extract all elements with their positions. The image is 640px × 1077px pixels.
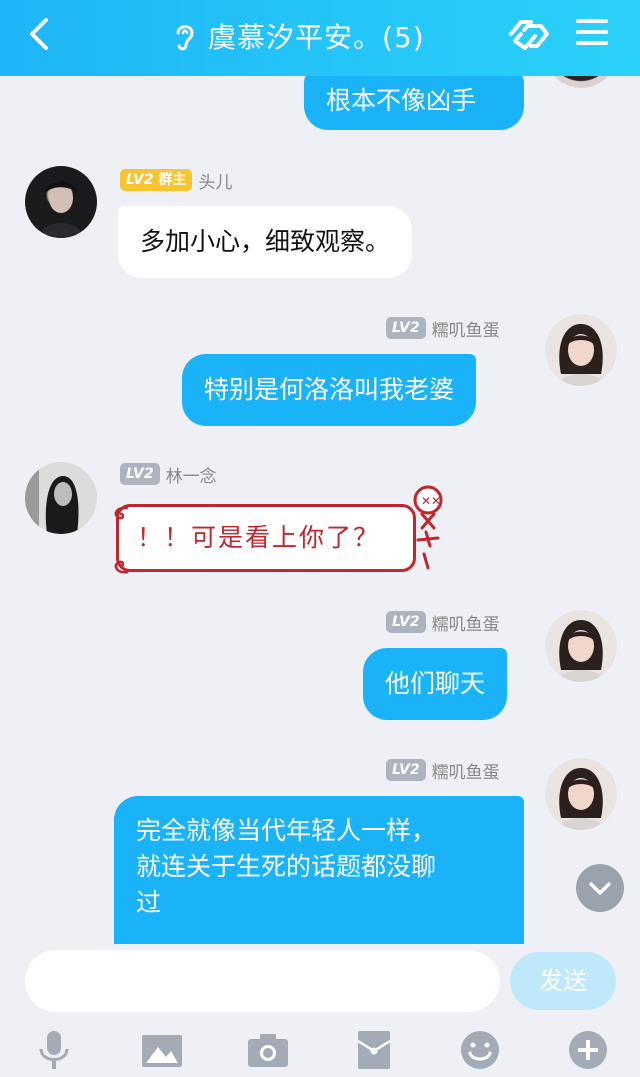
message-text: 他们聊天 bbox=[385, 669, 486, 698]
sender-name: 糯叽鱼蛋 bbox=[431, 614, 500, 635]
plus-icon[interactable] bbox=[566, 1029, 610, 1071]
level-badge: LV2 bbox=[120, 463, 160, 485]
avatar[interactable] bbox=[25, 166, 97, 238]
avatar-image bbox=[557, 324, 605, 386]
input-toolbar bbox=[0, 1021, 640, 1077]
camera-icon[interactable] bbox=[246, 1029, 290, 1071]
chevron-down-icon bbox=[589, 882, 611, 895]
message-list[interactable]: 根本不像凶手 LV2 群主 头儿 多加小心，细致观察。 LV2 糯叽鱼蛋 特别是… bbox=[0, 76, 640, 944]
bubble-corner-swirl-icon bbox=[114, 560, 129, 574]
ear-icon bbox=[176, 25, 194, 51]
level-badge: LV2 bbox=[386, 611, 426, 633]
sender-name: 头儿 bbox=[198, 172, 233, 193]
avatar-image bbox=[25, 462, 97, 534]
sender-name: 糯叽鱼蛋 bbox=[431, 320, 500, 341]
sender-name: 糯叽鱼蛋 bbox=[431, 762, 500, 783]
sender-meta: LV2 糯叽鱼蛋 bbox=[386, 610, 500, 635]
message-text-line: 就连关于生死的话题都没聊 bbox=[136, 852, 437, 881]
title-area[interactable]: 虞慕汐平安。(5) bbox=[170, 14, 425, 58]
input-bar: 发送 bbox=[0, 944, 640, 1021]
scroll-to-bottom-button[interactable] bbox=[576, 864, 624, 912]
message-bubble[interactable]: 多加小心，细致观察。 bbox=[118, 206, 413, 278]
bubble-decoration-icon: ✕✕ bbox=[413, 485, 443, 570]
level-badge: LV2 群主 bbox=[120, 169, 193, 191]
svg-text:✕✕: ✕✕ bbox=[421, 494, 441, 508]
message-bubble[interactable]: 特别是何洛洛叫我老婆 bbox=[182, 354, 477, 426]
level-badge: LV2 bbox=[386, 317, 426, 339]
emoji-icon[interactable] bbox=[458, 1029, 502, 1071]
avatar-image bbox=[557, 620, 605, 682]
red-packet-icon[interactable] bbox=[352, 1029, 396, 1071]
message-text: 特别是何洛洛叫我老婆 bbox=[204, 375, 455, 404]
menu-icon[interactable] bbox=[574, 16, 610, 48]
avatar[interactable] bbox=[25, 462, 97, 534]
sender-meta: LV2 林一念 bbox=[120, 462, 217, 487]
microphone-icon[interactable] bbox=[32, 1029, 76, 1071]
send-button[interactable]: 发送 bbox=[510, 952, 616, 1010]
message-bubble[interactable]: 根本不像凶手 bbox=[304, 76, 524, 130]
avatar-image bbox=[557, 768, 605, 830]
message-text: 多加小心，细致观察。 bbox=[140, 227, 391, 256]
message-text-line: 过 bbox=[136, 888, 162, 917]
chat-header: 虞慕汐平安。(5) bbox=[0, 0, 640, 76]
message-bubble[interactable]: ！！可是看上你了？ bbox=[116, 504, 416, 572]
sender-name: 林一念 bbox=[165, 466, 217, 487]
avatar[interactable] bbox=[545, 314, 617, 386]
avatar[interactable] bbox=[545, 758, 617, 830]
back-icon[interactable] bbox=[20, 14, 60, 54]
bubble-corner-swirl-icon bbox=[114, 506, 129, 520]
share-link-icon[interactable] bbox=[505, 14, 551, 54]
sender-meta: LV2 糯叽鱼蛋 bbox=[386, 316, 500, 341]
sender-meta: LV2 群主 头儿 bbox=[120, 168, 233, 193]
chat-title: 虞慕汐平安。(5) bbox=[208, 21, 425, 54]
message-bubble[interactable]: 完全就像当代年轻人一样， 就连关于生死的话题都没聊 过 bbox=[114, 796, 524, 944]
avatar[interactable] bbox=[545, 610, 617, 682]
message-input[interactable] bbox=[25, 950, 500, 1012]
image-icon[interactable] bbox=[140, 1029, 184, 1071]
sender-meta: LV2 糯叽鱼蛋 bbox=[386, 758, 500, 783]
message-text: 根本不像凶手 bbox=[326, 86, 477, 115]
avatar[interactable] bbox=[545, 76, 617, 88]
message-text-line: 完全就像当代年轻人一样， bbox=[136, 816, 437, 845]
message-text: ！！可是看上你了？ bbox=[137, 523, 381, 552]
message-bubble[interactable]: 他们聊天 bbox=[363, 648, 508, 720]
level-badge: LV2 bbox=[386, 759, 426, 781]
avatar-image bbox=[39, 181, 83, 238]
